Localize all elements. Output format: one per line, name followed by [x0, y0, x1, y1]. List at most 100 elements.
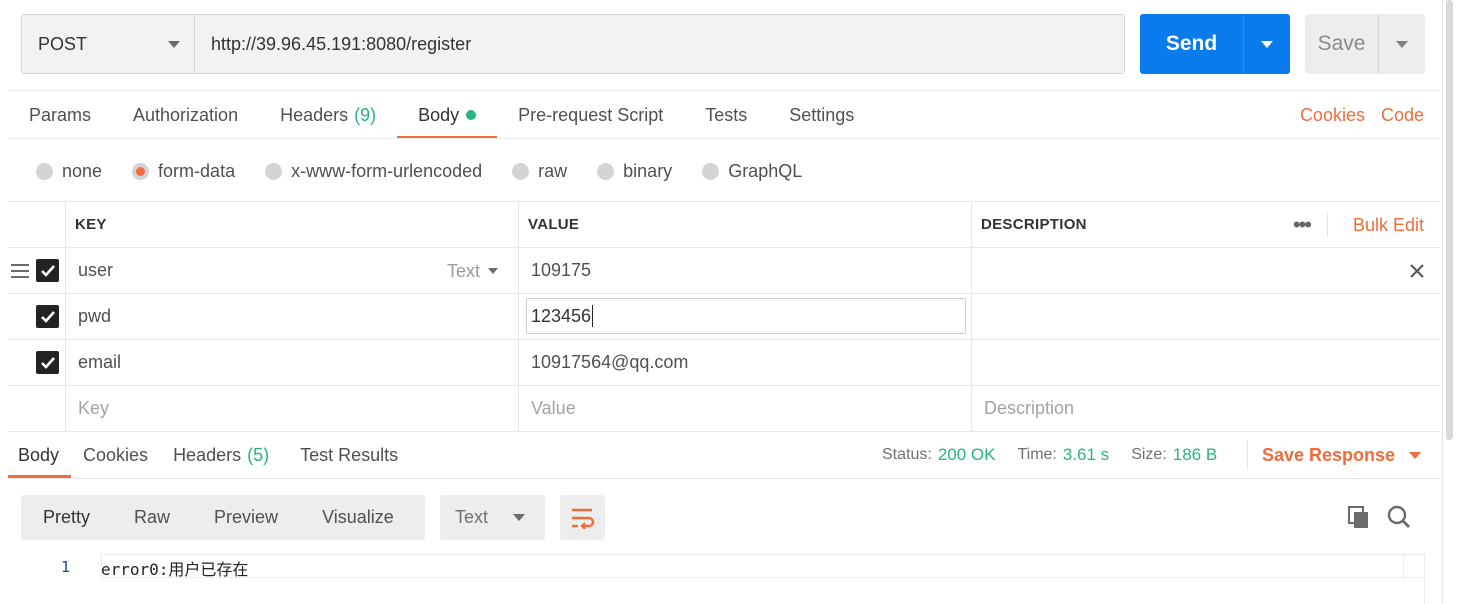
new-description-input[interactable]: Description: [972, 386, 1440, 431]
radio-raw[interactable]: raw: [512, 161, 567, 182]
key-cell[interactable]: pwd: [66, 294, 519, 339]
response-tab-test-results[interactable]: Test Results: [281, 432, 410, 478]
wrap-lines-button[interactable]: [560, 495, 605, 540]
chevron-down-icon: [1261, 40, 1273, 48]
column-header-value: VALUE: [519, 202, 972, 247]
drag-handle-icon[interactable]: [11, 264, 29, 278]
response-tab-body[interactable]: Body: [8, 432, 72, 478]
new-value-input[interactable]: Value: [519, 386, 972, 431]
panel-divider: [1442, 0, 1443, 604]
status-value: 200 OK: [937, 445, 996, 464]
view-pretty[interactable]: Pretty: [21, 495, 112, 540]
response-tab-headers[interactable]: Headers (5): [160, 432, 281, 478]
bulk-edit-link[interactable]: Bulk Edit: [1353, 202, 1424, 248]
save-response-button[interactable]: Save Response: [1262, 432, 1422, 478]
radio-circle: [597, 162, 615, 180]
tab-params[interactable]: Params: [8, 92, 112, 138]
row-checkbox[interactable]: [36, 259, 59, 282]
url-input[interactable]: http://39.96.45.191:8080/register: [195, 15, 1124, 73]
time-value: 3.61 s: [1062, 445, 1110, 464]
tab-headers[interactable]: Headers (9): [259, 92, 397, 138]
request-tabs: Params Authorization Headers (9) Body Pre…: [8, 92, 875, 139]
cookies-link[interactable]: Cookies: [1300, 105, 1365, 126]
right-links: Cookies Code: [1300, 92, 1424, 138]
url-text: http://39.96.45.191:8080/register: [211, 33, 472, 54]
code-line-text: error0:用户已存在: [101, 560, 249, 579]
description-cell[interactable]: [972, 248, 1440, 293]
save-options-button[interactable]: [1379, 14, 1425, 74]
radio-x-www-form-urlencoded[interactable]: x-www-form-urlencoded: [265, 161, 482, 182]
chevron-down-icon: [1396, 40, 1408, 48]
response-meta: Status: 200 OK Time: 3.61 s Size: 186 B: [882, 432, 1239, 478]
chevron-down-icon: [488, 268, 498, 274]
copy-icon[interactable]: [1346, 504, 1372, 530]
code-line-highlight: [101, 554, 1404, 578]
view-preview[interactable]: Preview: [192, 495, 300, 540]
send-options-button[interactable]: [1244, 14, 1290, 74]
radio-form-data[interactable]: form-data: [132, 161, 235, 182]
key-cell[interactable]: email: [66, 340, 519, 385]
row-controls: [8, 248, 66, 293]
value-input[interactable]: 123456: [526, 298, 966, 334]
body-type-radios: none form-data x-www-form-urlencoded raw…: [36, 156, 832, 186]
table-row: email 10917564@qq.com: [8, 340, 1440, 386]
key-text: user: [78, 260, 114, 280]
format-select[interactable]: Text: [440, 495, 545, 540]
row-checkbox[interactable]: [36, 351, 59, 374]
description-cell[interactable]: [972, 340, 1440, 385]
value-cell[interactable]: 10917564@qq.com: [519, 340, 972, 385]
tab-settings[interactable]: Settings: [768, 92, 875, 138]
body-indicator-dot: [466, 110, 477, 120]
text-cursor: [592, 305, 594, 327]
value-cell[interactable]: 123456: [519, 294, 972, 339]
form-data-table: KEY VALUE DESCRIPTION ••• Bulk Edit user…: [8, 201, 1440, 432]
description-cell[interactable]: [972, 294, 1440, 339]
radio-binary[interactable]: binary: [597, 161, 672, 182]
row-controls: [8, 386, 66, 431]
code-link[interactable]: Code: [1381, 105, 1424, 126]
scrollbar[interactable]: [1446, 0, 1453, 440]
check-icon: [40, 310, 55, 323]
send-button[interactable]: Send: [1140, 14, 1244, 74]
view-visualize[interactable]: Visualize: [300, 495, 416, 540]
send-button-group: Send: [1140, 14, 1290, 74]
size-value: 186 B: [1172, 445, 1218, 464]
headers-count: (9): [354, 104, 377, 125]
method-select[interactable]: POST: [22, 15, 195, 73]
size-label: Size:: [1131, 446, 1167, 463]
new-key-input[interactable]: Key: [66, 386, 519, 431]
chevron-down-icon: [1409, 451, 1422, 459]
tab-tests[interactable]: Tests: [684, 92, 768, 138]
divider: [1327, 213, 1328, 237]
tab-pre-request-script[interactable]: Pre-request Script: [497, 92, 684, 138]
key-text: pwd: [78, 306, 112, 326]
row-checkbox[interactable]: [36, 305, 59, 328]
response-body-editor[interactable]: 1 error0:用户已存在: [21, 554, 1425, 604]
close-icon[interactable]: [1408, 262, 1426, 280]
key-text: email: [78, 352, 122, 372]
wrap-lines-icon: [571, 508, 594, 529]
request-bar: POST http://39.96.45.191:8080/register: [21, 14, 1125, 74]
radio-circle: [36, 162, 53, 180]
search-icon[interactable]: [1386, 504, 1412, 530]
radio-circle: [702, 162, 720, 180]
tab-body[interactable]: Body: [397, 92, 498, 139]
key-type-select[interactable]: Text: [447, 248, 498, 294]
chevron-down-icon: [168, 40, 180, 48]
new-row: Key Value Description: [8, 386, 1440, 432]
more-options-icon[interactable]: •••: [1293, 202, 1312, 248]
save-button[interactable]: Save: [1305, 14, 1379, 74]
radio-graphql[interactable]: GraphQL: [702, 161, 802, 182]
response-tab-cookies[interactable]: Cookies: [71, 432, 160, 478]
table-header: KEY VALUE DESCRIPTION ••• Bulk Edit: [8, 202, 1440, 248]
radio-circle: [512, 162, 530, 180]
radio-circle: [265, 162, 283, 180]
radio-circle-checked: [132, 162, 150, 180]
key-cell[interactable]: user Text: [66, 248, 519, 293]
status-label: Status:: [882, 446, 932, 463]
value-cell[interactable]: 109175: [519, 248, 972, 293]
view-raw[interactable]: Raw: [112, 495, 192, 540]
value-text: 10917564@qq.com: [531, 352, 689, 372]
radio-none[interactable]: none: [36, 161, 102, 182]
tab-authorization[interactable]: Authorization: [112, 92, 259, 138]
